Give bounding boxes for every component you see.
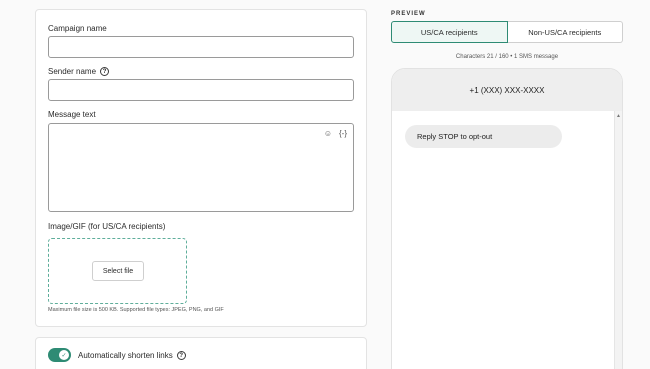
campaign-name-input[interactable] [48, 36, 354, 58]
check-icon: ✓ [59, 350, 69, 360]
message-bubble: Reply STOP to opt-out [405, 125, 562, 148]
scroll-up-icon[interactable]: ▲ [616, 113, 621, 119]
message-text-label: Message text [48, 110, 96, 119]
select-file-button[interactable]: Select file [92, 261, 144, 281]
message-text-area[interactable]: ☺ {-} [48, 123, 354, 212]
file-size-hint: Maximum file size is 500 KB. Supported f… [48, 307, 224, 313]
emoji-icon[interactable]: ☺ [324, 129, 332, 138]
phone-number: +1 (XXX) XXX-XXXX [469, 85, 545, 95]
shorten-links-label-text: Automatically shorten links [78, 351, 173, 360]
shorten-links-card: ✓ Automatically shorten links ? [35, 337, 367, 369]
preview-title: PREVIEW [391, 11, 426, 17]
phone-preview: +1 (XXX) XXX-XXXX Reply STOP to opt-out … [391, 68, 623, 369]
tab-non-us-ca-recipients[interactable]: Non-US/CA recipients [507, 21, 623, 43]
campaign-form-card: Campaign name Sender name ? Message text… [35, 9, 367, 327]
help-icon[interactable]: ? [100, 67, 110, 76]
message-bubble-text: Reply STOP to opt-out [417, 132, 493, 141]
tab-us-ca-recipients[interactable]: US/CA recipients [391, 21, 508, 43]
shorten-links-label: Automatically shorten links ? [78, 351, 186, 360]
image-label-text: Image/GIF (for US/CA recipients) [48, 222, 166, 231]
variable-icon[interactable]: {-} [339, 129, 347, 138]
preview-tabs: US/CA recipients Non-US/CA recipients [391, 21, 623, 43]
sender-name-label: Sender name ? [48, 67, 110, 76]
phone-body: Reply STOP to opt-out ▲ [392, 111, 622, 369]
sender-name-input[interactable] [48, 79, 354, 101]
character-count: Characters 21 / 160 • 1 SMS message [455, 54, 559, 60]
help-icon[interactable]: ? [176, 351, 186, 360]
sender-name-label-text: Sender name [48, 67, 97, 76]
campaign-name-label: Campaign name [48, 24, 107, 33]
preview-scrollbar[interactable]: ▲ [614, 111, 622, 369]
campaign-name-label-text: Campaign name [48, 24, 107, 33]
message-text-label-text: Message text [48, 110, 96, 119]
image-label: Image/GIF (for US/CA recipients) [48, 222, 165, 231]
image-dropzone[interactable]: Select file [48, 238, 187, 304]
shorten-links-toggle[interactable]: ✓ [48, 348, 71, 362]
phone-header: +1 (XXX) XXX-XXXX [392, 69, 622, 111]
